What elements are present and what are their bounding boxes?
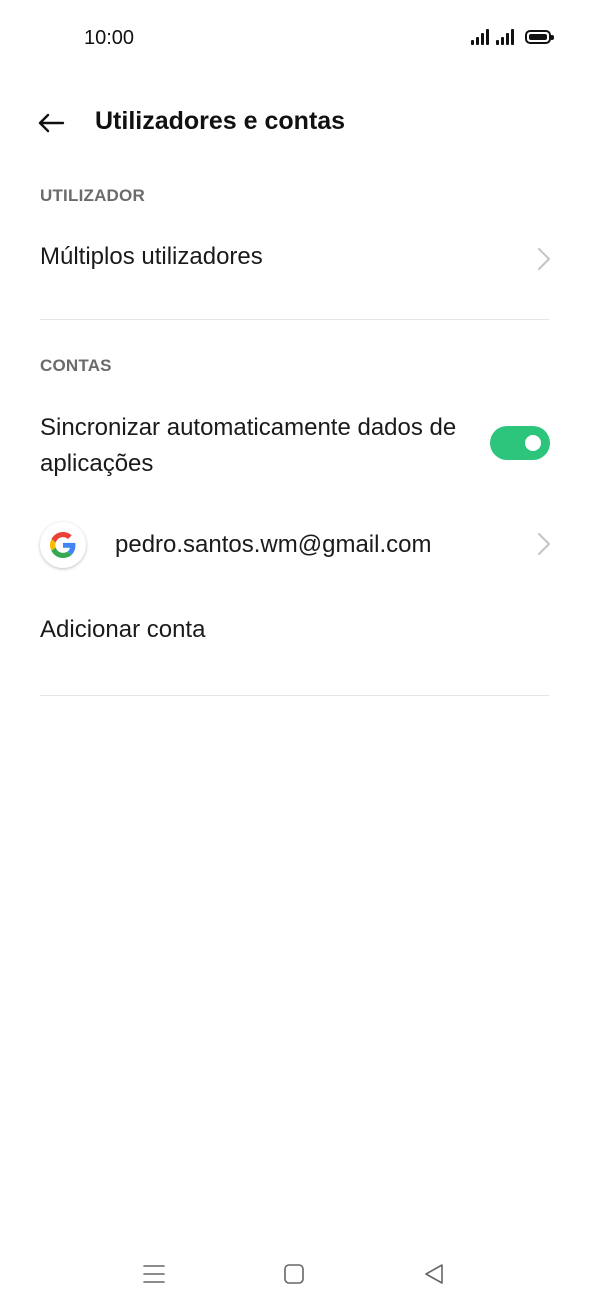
header: Utilizadores e contas — [0, 98, 589, 148]
signal-icon — [496, 29, 514, 45]
signal-icon — [471, 29, 489, 45]
auto-sync-label: Sincronizar automaticamente dados de apl… — [40, 414, 457, 477]
back-button[interactable] — [30, 102, 72, 144]
status-bar: 10:00 — [0, 0, 589, 80]
chevron-right-icon — [538, 248, 550, 270]
section-label-accounts: CONTAS — [40, 356, 112, 375]
back-triangle-icon — [425, 1264, 443, 1284]
home-square-icon — [284, 1264, 304, 1284]
multiple-users-row[interactable]: Múltiplos utilizadores — [0, 225, 589, 295]
arrow-left-icon — [38, 113, 65, 133]
navigation-bar — [0, 1239, 589, 1309]
google-logo-icon — [40, 522, 86, 568]
add-account-label: Adicionar conta — [40, 616, 206, 643]
toggle-knob — [525, 435, 541, 451]
google-account-email: pedro.santos.wm@gmail.com — [115, 531, 432, 558]
menu-icon — [143, 1265, 165, 1283]
google-account-row[interactable]: pedro.santos.wm@gmail.com — [0, 510, 589, 580]
chevron-right-icon — [538, 533, 550, 555]
battery-icon — [525, 30, 554, 44]
menu-nav-button[interactable] — [134, 1257, 174, 1291]
multiple-users-label: Múltiplos utilizadores — [40, 243, 263, 270]
divider — [40, 695, 549, 696]
home-nav-button[interactable] — [274, 1257, 314, 1291]
auto-sync-toggle[interactable] — [490, 426, 550, 460]
back-nav-button[interactable] — [414, 1257, 454, 1291]
status-time: 10:00 — [84, 27, 135, 49]
add-account-row[interactable]: Adicionar conta — [0, 598, 589, 668]
divider — [40, 319, 549, 320]
auto-sync-row[interactable]: Sincronizar automaticamente dados de apl… — [0, 400, 589, 490]
status-icons — [471, 29, 554, 45]
page-title: Utilizadores e contas — [95, 107, 346, 135]
section-label-user: UTILIZADOR — [40, 186, 145, 205]
